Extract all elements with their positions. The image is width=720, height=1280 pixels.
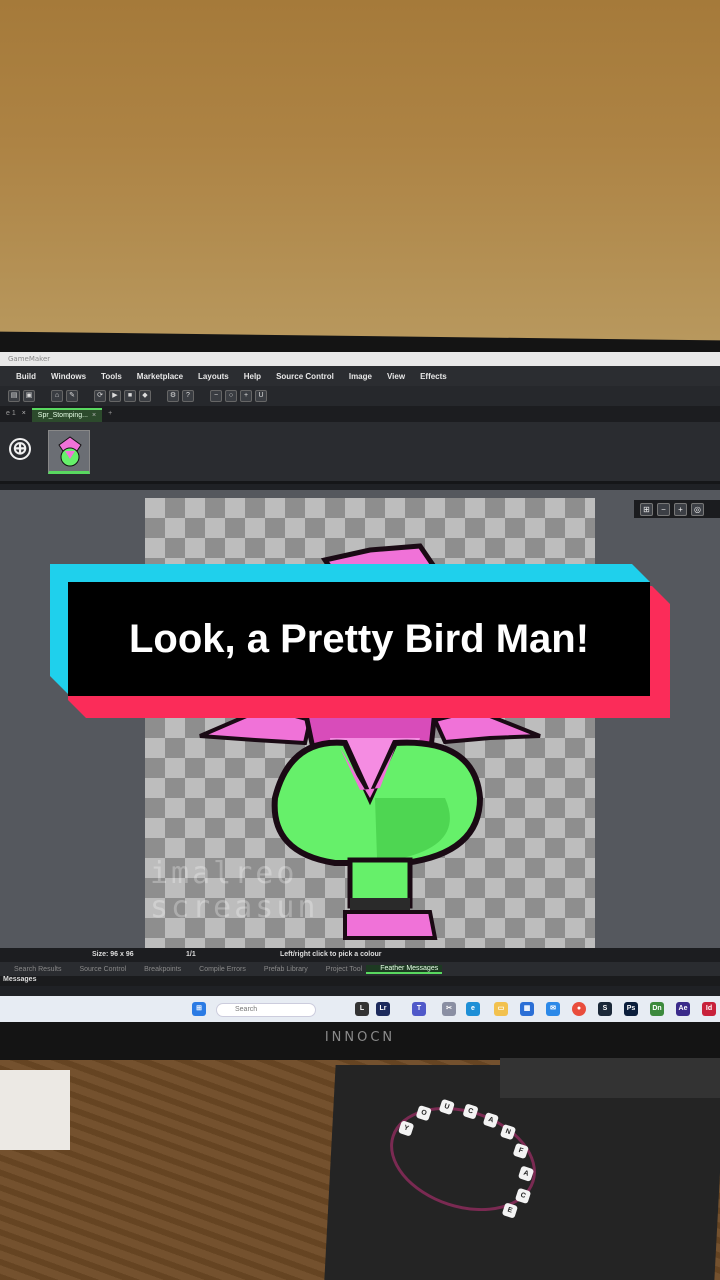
tab-sprite[interactable]: Spr_Stomping... × [31,408,103,422]
clean-icon[interactable]: ⟳ [94,390,106,402]
background-wall [0,0,720,360]
tab-prefab-library[interactable]: Prefab Library [250,966,312,973]
tab-breakpoints[interactable]: Breakpoints [130,966,185,973]
taskbar-search-input[interactable]: Search [216,1003,316,1017]
open-icon[interactable]: ⌂ [51,390,63,402]
menu-layouts[interactable]: Layouts [194,372,240,381]
windows-start-icon[interactable]: ⊞ [192,1002,206,1016]
tab-search-results[interactable]: Search Results [0,966,65,973]
tab-sprite-label: Spr_Stomping... [37,412,88,419]
monitor-brand-text: INNOCN [324,1030,396,1045]
store-icon[interactable]: ▦ [520,1002,534,1016]
menu-bar: Build Windows Tools Marketplace Layouts … [0,366,720,386]
menu-marketplace[interactable]: Marketplace [133,372,194,381]
frame-counter: 1/1 [186,951,196,958]
menu-help[interactable]: Help [240,372,272,381]
close-icon[interactable]: × [92,412,96,419]
zoom-out-icon[interactable]: − [657,502,670,516]
caption-banner: Look, a Pretty Bird Man! [50,564,670,718]
zoom-in-icon[interactable]: + [674,502,687,516]
frame-strip [0,422,720,484]
dimension-icon[interactable]: Dn [650,1002,664,1016]
window-titlebar: GameMaker [0,352,720,366]
run-icon[interactable]: ▶ [109,390,121,402]
messages-panel-label: Messages [0,976,720,986]
close-icon[interactable]: × [22,410,26,417]
output-tab-bar: Search Results Source Control Breakpoint… [0,962,720,976]
status-hint: Left/right click to pick a colour [280,951,382,958]
zoom-toolbar: ⊞ − + ◎ [634,500,720,518]
grid-icon[interactable]: ⊞ [640,502,653,516]
folder-icon[interactable]: ▭ [494,1002,508,1016]
editor-tab-bar: e 1 × Spr_Stomping... × + [0,406,720,422]
menu-tools[interactable]: Tools [97,372,133,381]
menu-windows[interactable]: Windows [47,372,97,381]
tab-project-tool[interactable]: Project Tool [312,966,366,973]
after-effects-icon[interactable]: Ae [676,1002,690,1016]
caption-text: Look, a Pretty Bird Man! [128,616,590,661]
chrome-icon[interactable]: ● [572,1002,586,1016]
wall-corner [0,1070,70,1150]
sprite-size-label: Size: 96 x 96 [92,951,134,958]
settings-icon[interactable]: ⚙ [167,390,179,402]
menu-effects[interactable]: Effects [416,372,458,381]
indesign-icon[interactable]: Id [702,1002,716,1016]
zoom-in-icon[interactable]: + [240,390,252,402]
photoshop-icon[interactable]: Ps [624,1002,638,1016]
magnet-icon[interactable]: U [255,390,267,402]
edge-icon[interactable]: e [466,1002,480,1016]
steam-icon[interactable]: S [598,1002,612,1016]
paint-icon[interactable]: ✎ [66,390,78,402]
tab-new[interactable]: + [102,408,118,422]
tab-source-control[interactable]: Source Control [65,966,130,973]
help-icon[interactable]: ? [182,390,194,402]
snipping-icon[interactable]: ✂ [442,1002,456,1016]
frame-thumbnail[interactable] [48,430,90,474]
new-icon[interactable]: ▤ [8,390,20,402]
tab-compile-errors[interactable]: Compile Errors [185,966,250,973]
tab-previous[interactable]: e 1 × [0,408,32,422]
zoom-out-icon[interactable]: − [210,390,222,402]
tab-feather-messages[interactable]: Feather Messages [366,964,443,974]
tiktok-watermark: imalreo screasun [150,856,319,925]
menu-source-control[interactable]: Source Control [272,372,345,381]
monitor-brand-logo: INNOCN [0,1030,720,1045]
sprite-thumbnail-icon [49,431,89,471]
lightroom-icon[interactable]: Lr [376,1002,390,1016]
stop-icon[interactable]: ■ [124,390,136,402]
teams-icon[interactable]: T [412,1002,426,1016]
menu-build[interactable]: Build [12,372,47,381]
toolbar: ▤ ▣ ⌂ ✎ ⟳ ▶ ■ ◆ ⚙ ? − ○ + U [0,386,720,406]
menu-view[interactable]: View [383,372,416,381]
zoom-fit-icon[interactable]: ◎ [691,502,704,516]
zoom-reset-icon[interactable]: ○ [225,390,237,402]
add-frame-button[interactable]: ⊕ [9,438,31,460]
status-bar: Size: 96 x 96 1/1 Left/right click to pi… [0,948,720,962]
mail-icon[interactable]: ✉ [546,1002,560,1016]
gamemaker-icon[interactable]: L [355,1002,369,1016]
save-icon[interactable]: ▣ [23,390,35,402]
keyboard-edge [500,1058,720,1098]
build-icon[interactable]: ◆ [139,390,151,402]
menu-image[interactable]: Image [345,372,383,381]
